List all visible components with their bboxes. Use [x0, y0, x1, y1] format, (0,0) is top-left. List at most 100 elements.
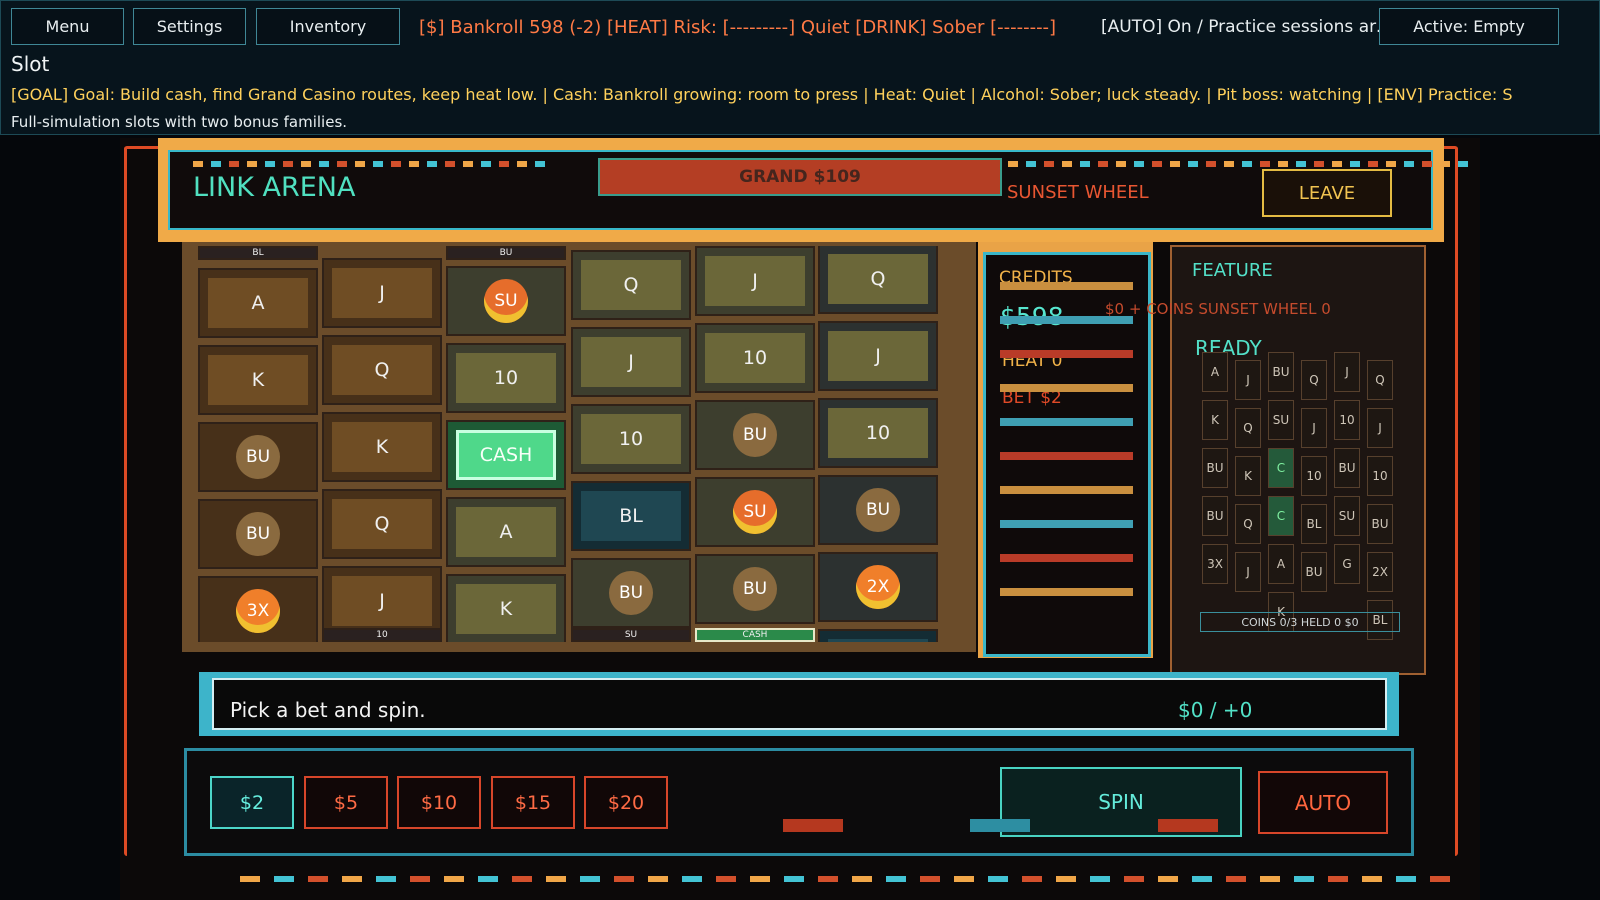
reel-symbol: Q	[818, 246, 938, 314]
mini-symbol: Q	[1235, 504, 1261, 544]
meter-bar	[1000, 452, 1133, 460]
symbol-k: K	[332, 422, 432, 472]
bet-button[interactable]: $20	[584, 776, 668, 829]
header-lights-right	[1008, 161, 1468, 167]
machine-name: LINK ARENA	[193, 172, 356, 203]
panel-light	[1158, 819, 1218, 832]
active-slot[interactable]: Active: Empty	[1379, 8, 1559, 45]
reel-symbol: 10	[695, 323, 815, 393]
reel-edge-label: CASH	[695, 628, 815, 642]
reel-symbol: J	[695, 246, 815, 316]
settings-button[interactable]: Settings	[133, 8, 246, 45]
header-lights-left	[193, 161, 545, 167]
reel-symbol: Q	[571, 250, 691, 320]
panel-light	[783, 819, 843, 832]
symbol-bu: BU	[733, 413, 777, 457]
mini-symbol: BU	[1301, 552, 1327, 592]
mini-symbol: 10	[1334, 400, 1360, 440]
mini-symbol: Q	[1301, 360, 1327, 400]
meter-bar	[1000, 554, 1133, 562]
meter-bar	[1000, 486, 1133, 494]
bet-button[interactable]: $10	[397, 776, 481, 829]
reel-symbol: BU	[695, 554, 815, 624]
reel-symbol: BU	[818, 475, 938, 545]
reel-3: BU SU 10 CASH A K	[446, 246, 569, 642]
symbol-bu: BU	[236, 512, 280, 556]
symbol-10: 10	[581, 414, 681, 464]
page-title: Slot	[11, 52, 50, 76]
reel-symbol: 10	[818, 398, 938, 468]
reel-symbol: 2X	[818, 552, 938, 622]
meter-bar	[1000, 588, 1133, 596]
feature-label: FEATURE	[1192, 260, 1273, 281]
reel-symbol: J	[818, 321, 938, 391]
symbol-cash: CASH	[456, 430, 556, 480]
coin-counter: COINS 0/3 HELD 0 $0	[1200, 612, 1400, 632]
symbol-bu: BU	[236, 435, 280, 479]
status-line: [$] Bankroll 598 (-2) [HEAT] Risk: [----…	[419, 17, 1061, 38]
top-bar: Menu Settings Inventory [$] Bankroll 598…	[0, 0, 1600, 135]
symbol-k: K	[208, 355, 308, 405]
reel-symbol: BU	[198, 422, 318, 492]
panel-light	[970, 819, 1030, 832]
reel-4: Q J 10 BL BU SU	[571, 246, 694, 642]
mini-symbol: C	[1268, 448, 1294, 488]
menu-button[interactable]: Menu	[11, 8, 124, 45]
reel-6: QJ 10 BU 2X BL	[818, 246, 941, 642]
bet-button[interactable]: $2	[210, 776, 294, 829]
reel-symbol: SU	[446, 266, 566, 336]
reel-symbol: J	[322, 566, 442, 636]
symbol-j: J	[705, 256, 805, 306]
reel-symbol: 10	[446, 343, 566, 413]
mini-symbol: SU	[1268, 400, 1294, 440]
mini-symbol: BU	[1334, 448, 1360, 488]
reel-symbol: K	[446, 574, 566, 642]
mini-symbol: Q	[1235, 408, 1261, 448]
mini-symbol: 2X	[1367, 552, 1393, 592]
auto-status: [AUTO] On / Practice sessions are...	[1101, 17, 1401, 37]
feature-overlay: $0 + COINS SUNSET WHEEL 0	[1105, 300, 1331, 318]
symbol-10: 10	[705, 333, 805, 383]
mini-symbol: BU	[1202, 448, 1228, 488]
mini-symbol: 10	[1301, 456, 1327, 496]
symbol-2x: 2X	[856, 565, 900, 609]
mini-symbol: SU	[1334, 496, 1360, 536]
symbol-k: K	[456, 584, 556, 634]
mini-symbol: BL	[1301, 504, 1327, 544]
symbol-bu: BU	[733, 567, 777, 611]
goal-line: [GOAL] Goal: Build cash, find Grand Casi…	[11, 85, 1513, 104]
leave-button[interactable]: LEAVE	[1262, 169, 1392, 217]
base-lights	[240, 876, 1450, 882]
grand-jackpot: GRAND $109	[598, 158, 1002, 196]
reel-symbol: 3X	[198, 576, 318, 642]
mini-symbol: G	[1334, 544, 1360, 584]
symbol-bu: BU	[856, 488, 900, 532]
mini-symbol: 3X	[1202, 544, 1228, 584]
mini-symbol: C	[1268, 496, 1294, 536]
bet-button[interactable]: $5	[304, 776, 388, 829]
symbol-j: J	[332, 268, 432, 318]
reel-symbol: BL	[818, 629, 938, 642]
mini-symbol: Q	[1367, 360, 1393, 400]
reel-symbol: BU	[695, 400, 815, 470]
reel-symbol: J	[322, 258, 442, 328]
reel-symbol: K	[198, 345, 318, 415]
message-text: Pick a bet and spin.	[230, 698, 426, 722]
bonus-name: SUNSET WHEEL	[1007, 182, 1149, 203]
meter-bar	[1000, 282, 1133, 290]
reel-edge-label: BU	[446, 246, 566, 260]
symbol-3x: 3X	[236, 589, 280, 633]
symbol-j: J	[332, 576, 432, 626]
reel-edge-label: SU	[571, 628, 691, 642]
mini-symbol: 10	[1367, 456, 1393, 496]
mini-symbol: A	[1202, 352, 1228, 392]
inventory-button[interactable]: Inventory	[256, 8, 400, 45]
bet-button[interactable]: $15	[491, 776, 575, 829]
mini-symbol: BU	[1202, 496, 1228, 536]
mini-symbol: J	[1367, 408, 1393, 448]
symbol-a: A	[456, 507, 556, 557]
auto-button[interactable]: AUTO	[1258, 771, 1388, 834]
meter-bar	[1000, 350, 1133, 358]
mini-symbol: K	[1202, 400, 1228, 440]
symbol-j: J	[828, 331, 928, 381]
